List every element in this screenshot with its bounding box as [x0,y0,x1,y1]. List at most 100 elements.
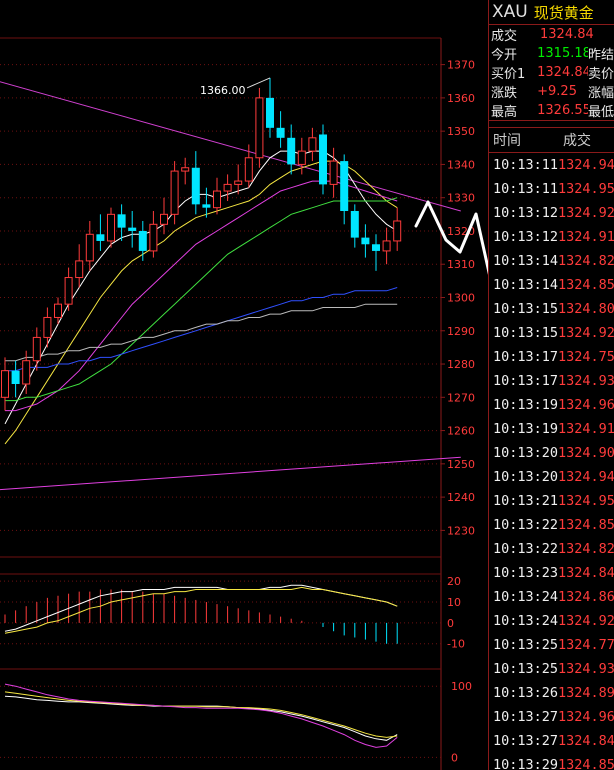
tick-row: 10:13:15 1324.92 [489,321,614,345]
tick-time: 10:13:23 [493,565,559,581]
tick-price: 1324.77 [558,637,614,653]
tick-time: 10:13:12 [493,229,559,245]
quote-row-bid: 买价1 1324.84 卖价 [489,63,614,82]
quote-row-open: 今开 1315.18 昨结 [489,44,614,63]
quote-label: 涨跌 [491,86,518,101]
oscillator-line [4,683,398,748]
candle-body [85,233,94,262]
tick-time: 10:13:25 [493,637,559,653]
candle-body [202,204,211,208]
y-tick-label: 1250 [447,458,475,471]
tick-row: 10:13:24 1324.86 [489,585,614,609]
tick-row: 10:13:25 1324.93 [489,657,614,681]
tick-row: 10:13:20 1324.90 [489,441,614,465]
tick-time: 10:13:29 [493,757,559,770]
y-tick-label: 20 [447,575,461,588]
candle-body [319,134,327,185]
candle-body [244,157,253,182]
tick-row: 10:13:17 1324.93 [489,369,614,393]
tick-row: 10:13:25 1324.77 [489,633,614,657]
quote-row-high: 最高 1326.55 最低 [489,101,614,121]
tick-row: 10:13:14 1324.85 [489,273,614,297]
tick-time: 10:13:11 [493,157,559,173]
candle-body [107,213,115,242]
y-tick-label: 1360 [447,92,475,105]
quote-label: 昨结 [587,48,614,63]
tick-row: 10:13:17 1324.75 [489,345,614,369]
tick-price: 1324.85 [558,757,614,770]
candle-body [329,160,338,185]
tick-time: 10:13:25 [493,661,559,677]
quote-label: 成交 [491,29,518,44]
tick-time: 10:13:11 [493,181,559,197]
candle-body [372,244,380,251]
moving-average-line [5,197,398,402]
y-tick-label: 10 [447,596,461,609]
candle-body [234,180,243,185]
quote-value: 1324.84 [540,27,594,42]
tick-price: 1324.82 [558,253,614,269]
tick-time: 10:13:24 [493,613,559,629]
tick-time: 10:13:21 [493,493,559,509]
candle-body [160,213,168,225]
tick-time: 10:13:15 [493,325,559,341]
candle-body [276,127,285,138]
tick-time: 10:13:17 [493,349,559,365]
trend-line [0,456,461,491]
y-tick-label: 1350 [447,125,475,138]
tick-row: 10:13:21 1324.95 [489,489,614,513]
tick-time: 10:13:14 [493,253,559,269]
tick-row: 10:13:29 1324.85 [489,753,614,770]
tick-time: 10:13:22 [493,517,559,533]
y-tick-label: 1260 [447,425,475,438]
tick-time: 10:13:22 [493,541,559,557]
ticks-header-price: 成交 [563,133,591,149]
tick-row: 10:13:22 1324.82 [489,537,614,561]
oscillator-line [4,695,398,741]
price-chart[interactable]: 1370136013501340133013201310130012901280… [0,0,488,770]
ticks-list[interactable]: 10:13:11 1324.94 10:13:11 1324.95 10:13:12 13… [489,153,614,770]
tick-time: 10:13:26 [493,685,559,701]
candle-body [382,240,391,252]
tick-time: 10:13:19 [493,397,559,413]
quote-panel: XAU 现货黄金 成交 1324.84 今开 1315.18 昨结 买价1 13… [488,0,614,770]
y-tick-label: 1230 [447,524,475,537]
tick-row: 10:13:12 1324.92 [489,201,614,225]
tick-row: 10:13:24 1324.92 [489,609,614,633]
candle-body [96,234,105,241]
oscillator-line [4,691,398,738]
quote-label: 今开 [491,48,518,63]
tick-price: 1324.84 [558,565,614,581]
candle-body [22,360,31,385]
high-annotation: 1366.00 [200,84,246,97]
tick-price: 1324.85 [558,517,614,533]
quote-row-change: 涨跌 +9.25 涨幅 [489,82,614,101]
y-tick-label: 0 [451,751,458,764]
candle-body [255,97,264,159]
candle-body [213,190,221,209]
candle-body [138,230,147,251]
quote-value: 1324.84 [537,65,588,80]
symbol-header: XAU 现货黄金 [489,0,614,25]
tick-row: 10:13:14 1324.82 [489,249,614,273]
candle-body [350,211,359,238]
candle-body [117,214,126,228]
tick-time: 10:13:24 [493,589,559,605]
tick-price: 1324.94 [558,469,614,485]
tick-price: 1324.96 [558,397,614,413]
tick-price: 1324.75 [558,349,614,365]
tick-price: 1324.84 [558,733,614,749]
tick-row: 10:13:11 1324.94 [489,153,614,177]
tick-row: 10:13:22 1324.85 [489,513,614,537]
y-tick-label: -10 [447,638,465,651]
candle-body [64,277,73,305]
tick-row: 10:13:19 1324.96 [489,393,614,417]
quote-label: 买价1 [491,67,526,82]
ticks-header: 时间 成交 [489,127,614,153]
quote-value: 1326.55 [537,103,588,118]
tick-price: 1324.91 [558,229,614,245]
y-tick-label: 1270 [447,391,475,404]
y-tick-label: 1330 [447,192,475,205]
tick-price: 1324.95 [558,181,614,197]
y-tick-label: 1290 [447,325,475,338]
